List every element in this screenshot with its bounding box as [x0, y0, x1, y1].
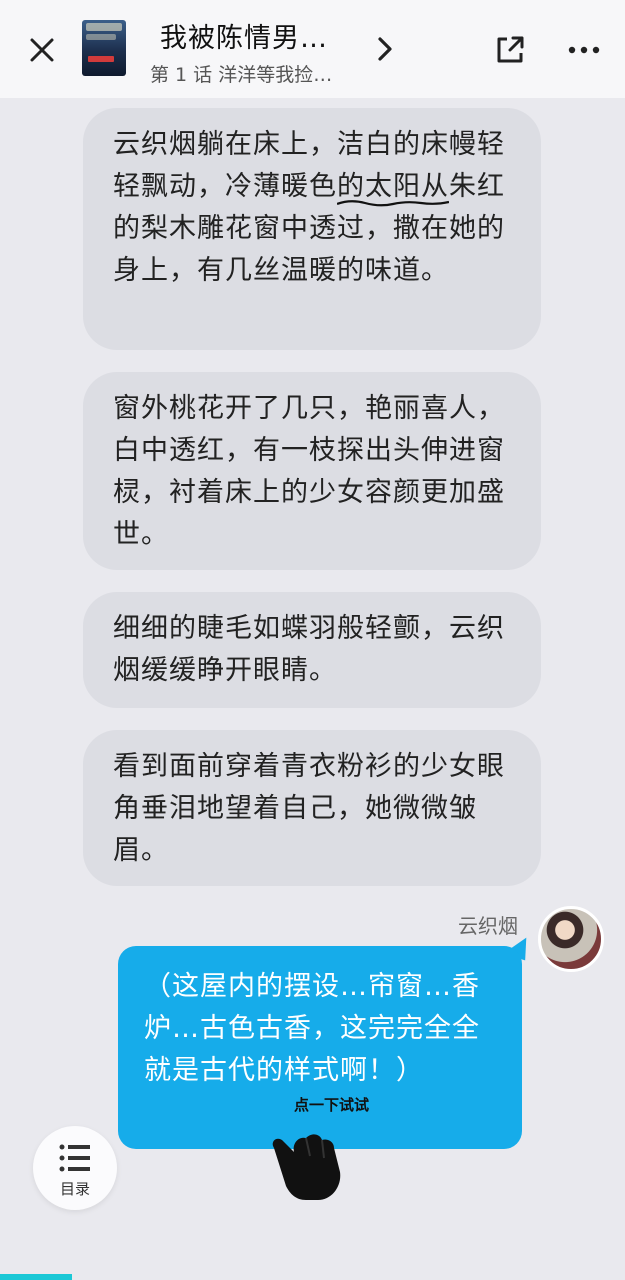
more-icon	[568, 46, 600, 54]
character-reply-bubble[interactable]: （这屋内的摆设…帘窗…香炉…古色古香，这完完全全就是古代的样式啊！）	[118, 946, 522, 1149]
list-icon	[59, 1144, 90, 1172]
tap-hint-label: 点一下试试	[294, 1096, 370, 1114]
underlined-text: 的太阳从	[337, 171, 449, 207]
share-button[interactable]	[490, 30, 530, 70]
narration-bubble[interactable]: 看到面前穿着青衣粉衫的少女眼角垂泪地望着自己，她微微皱眉。	[83, 730, 541, 886]
pointing-hand-icon	[272, 1134, 341, 1200]
story-title[interactable]: 我被陈情男…	[160, 16, 328, 55]
avatar[interactable]	[538, 906, 604, 972]
episode-subtitle[interactable]: 第 1 话 洋洋等我捡…	[150, 60, 332, 87]
more-options-button[interactable]	[562, 30, 606, 70]
reply-text: （这屋内的摆设…帘窗…香炉…古色古香，这完完全全就是古代的样式啊！）	[144, 971, 480, 1086]
narration-bubble[interactable]: 窗外桃花开了几只，艳丽喜人，白中透红，有一枝探出头伸进窗棂，衬着床上的少女容颜更…	[83, 372, 541, 570]
close-icon	[30, 38, 54, 62]
narration-text: 窗外桃花开了几只，艳丽喜人，白中透红，有一枝探出头伸进窗棂，衬着床上的少女容颜更…	[113, 393, 505, 550]
chevron-right-icon[interactable]	[370, 32, 400, 66]
narration-text: 细细的睫毛如蝶羽般轻颤，云织烟缓缓睁开眼睛。	[113, 613, 505, 686]
table-of-contents-button[interactable]: 目录	[33, 1126, 117, 1210]
narration-text: 看到面前穿着青衣粉衫的少女眼角垂泪地望着自己，她微微皱眉。	[113, 751, 505, 866]
share-icon	[497, 36, 524, 63]
toc-label: 目录	[59, 1180, 90, 1198]
top-bar: 我被陈情男… 第 1 话 洋洋等我捡…	[0, 0, 625, 98]
speaker-name: 云织烟	[458, 914, 518, 938]
narration-bubble[interactable]: 细细的睫毛如蝶羽般轻颤，云织烟缓缓睁开眼睛。	[83, 592, 541, 708]
close-button[interactable]	[22, 30, 62, 70]
progress-indicator	[0, 1274, 72, 1280]
book-cover-icon[interactable]	[82, 20, 126, 76]
narration-bubble[interactable]: 云织烟躺在床上，洁白的床幔轻轻飘动，冷薄暖色的太阳从 朱红的梨木雕花窗中透过，撒在…	[83, 108, 541, 350]
